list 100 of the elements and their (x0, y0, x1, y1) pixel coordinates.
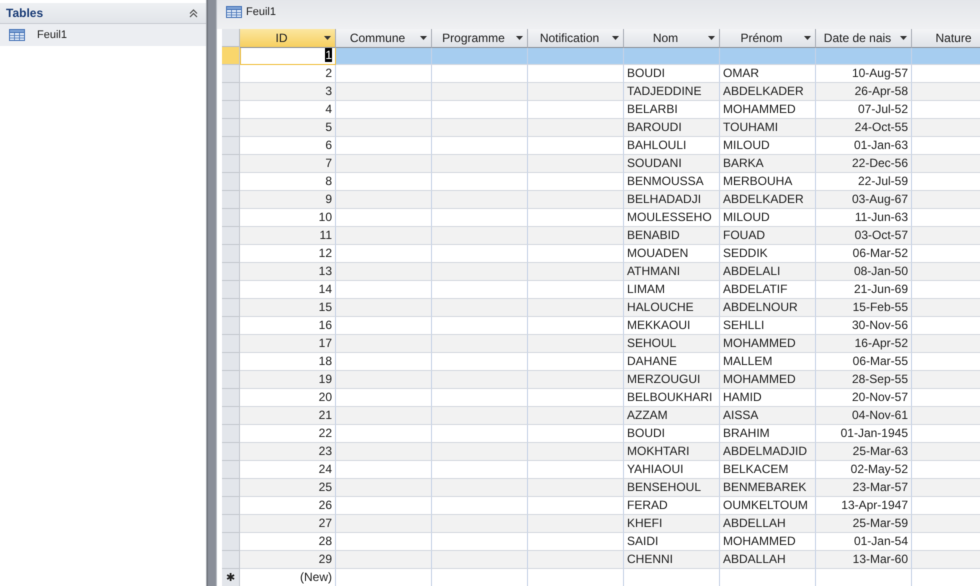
table-cell: 16-Apr-52 (816, 335, 912, 353)
row-selector[interactable] (222, 155, 240, 173)
dropdown-arrow-icon[interactable] (804, 36, 811, 40)
column-header[interactable]: Nature (912, 29, 980, 48)
row-selector[interactable] (222, 263, 240, 281)
dropdown-arrow-icon[interactable] (900, 36, 907, 40)
nav-item[interactable]: Feuil1 (0, 24, 206, 46)
table-cell: 27 (240, 515, 336, 533)
row-selector[interactable] (222, 101, 240, 119)
row-selector[interactable] (222, 371, 240, 389)
row-selector[interactable] (222, 281, 240, 299)
table-cell: ABDELKADER (720, 191, 816, 209)
table-cell: BENMEBAREK (720, 479, 816, 497)
table-cell: 22-Dec-56 (816, 155, 912, 173)
row-selector[interactable] (222, 65, 240, 83)
table-cell (912, 263, 980, 281)
table-cell: ABDELNOUR (720, 299, 816, 317)
table-cell (912, 119, 980, 137)
table-cell: ABDELALI (720, 263, 816, 281)
row-selector[interactable] (222, 83, 240, 101)
table-cell: MOKHTARI (624, 443, 720, 461)
table-cell (912, 155, 980, 173)
table-cell: MERZOUGUI (624, 371, 720, 389)
table-cell: 29 (240, 551, 336, 569)
table-cell: FOUAD (720, 227, 816, 245)
table-cell: HALOUCHE (624, 299, 720, 317)
table-cell: 04-Nov-61 (816, 407, 912, 425)
row-selector[interactable] (222, 425, 240, 443)
pane-splitter[interactable] (207, 0, 217, 586)
row-selector[interactable] (222, 191, 240, 209)
table-cell: 26-Apr-58 (816, 83, 912, 101)
table-cell (912, 83, 980, 101)
table-cell: 25 (240, 479, 336, 497)
row-selector[interactable] (222, 317, 240, 335)
row-selector[interactable] (222, 443, 240, 461)
table-cell (912, 443, 980, 461)
table-cell: 9 (240, 191, 336, 209)
table-cell (912, 371, 980, 389)
column-header[interactable]: Nom (624, 29, 720, 48)
table-cell: 15 (240, 299, 336, 317)
table-cell: 13-Mar-60 (816, 551, 912, 569)
dropdown-arrow-icon[interactable] (612, 36, 619, 40)
table-cell: MOHAMMED (720, 335, 816, 353)
dropdown-arrow-icon[interactable] (516, 36, 523, 40)
table-cell: SEHOUL (624, 335, 720, 353)
table-cell (912, 335, 980, 353)
select-all-button[interactable] (222, 29, 240, 47)
table-cell: 08-Jan-50 (816, 263, 912, 281)
row-selector[interactable] (222, 551, 240, 569)
table-cell: 24-Oct-55 (816, 119, 912, 137)
table-cell: AISSA (720, 407, 816, 425)
row-selector[interactable] (222, 209, 240, 227)
dropdown-arrow-icon[interactable] (708, 36, 715, 40)
column-header[interactable]: Programme (432, 29, 528, 48)
table-cell: 03-Aug-67 (816, 191, 912, 209)
row-selector[interactable] (222, 47, 240, 65)
row-selector[interactable] (222, 515, 240, 533)
row-selector[interactable] (222, 497, 240, 515)
row-selector[interactable] (222, 335, 240, 353)
table-cell: 28-Sep-55 (816, 371, 912, 389)
table-cell (912, 479, 980, 497)
row-selector[interactable] (222, 245, 240, 263)
column-header[interactable]: Notification (528, 29, 624, 48)
table-cell: ABDELKADER (720, 83, 816, 101)
table-cell: 25-Mar-63 (816, 443, 912, 461)
row-selector[interactable] (222, 389, 240, 407)
nav-pane-title: Tables (6, 6, 44, 20)
table-cell: BARKA (720, 155, 816, 173)
document-tab[interactable]: Feuil1 (222, 1, 280, 29)
row-selector[interactable] (222, 137, 240, 155)
row-selector[interactable] (222, 533, 240, 551)
column-header[interactable]: Commune (336, 29, 432, 48)
table-cell: 17 (240, 335, 336, 353)
dropdown-arrow-icon[interactable] (324, 36, 331, 40)
column-header[interactable]: ID (240, 29, 336, 48)
row-selector[interactable] (222, 479, 240, 497)
row-selector[interactable] (222, 461, 240, 479)
row-selector[interactable] (222, 299, 240, 317)
row-selector[interactable] (222, 353, 240, 371)
table-cell[interactable]: 1 (240, 47, 336, 65)
table-cell: ABDELLAH (720, 515, 816, 533)
table-cell (912, 47, 980, 65)
table-cell: BENSEHOUL (624, 479, 720, 497)
row-selector[interactable] (222, 407, 240, 425)
table-cell (912, 191, 980, 209)
collapse-icon[interactable] (189, 8, 198, 18)
table-cell: ATHMANI (624, 263, 720, 281)
row-selector[interactable] (222, 119, 240, 137)
table-cell: 23 (240, 443, 336, 461)
row-selector[interactable] (222, 173, 240, 191)
table-cell: ABDELMADJID (720, 443, 816, 461)
table-cell: AZZAM (624, 407, 720, 425)
dropdown-arrow-icon[interactable] (420, 36, 427, 40)
table-cell: 15-Feb-55 (816, 299, 912, 317)
column-header[interactable]: Date de nais (816, 29, 912, 48)
table-cell: ABDALLAH (720, 551, 816, 569)
table-cell: 03-Oct-57 (816, 227, 912, 245)
row-selector[interactable] (222, 227, 240, 245)
table-cell (912, 227, 980, 245)
column-header[interactable]: Prénom (720, 29, 816, 48)
